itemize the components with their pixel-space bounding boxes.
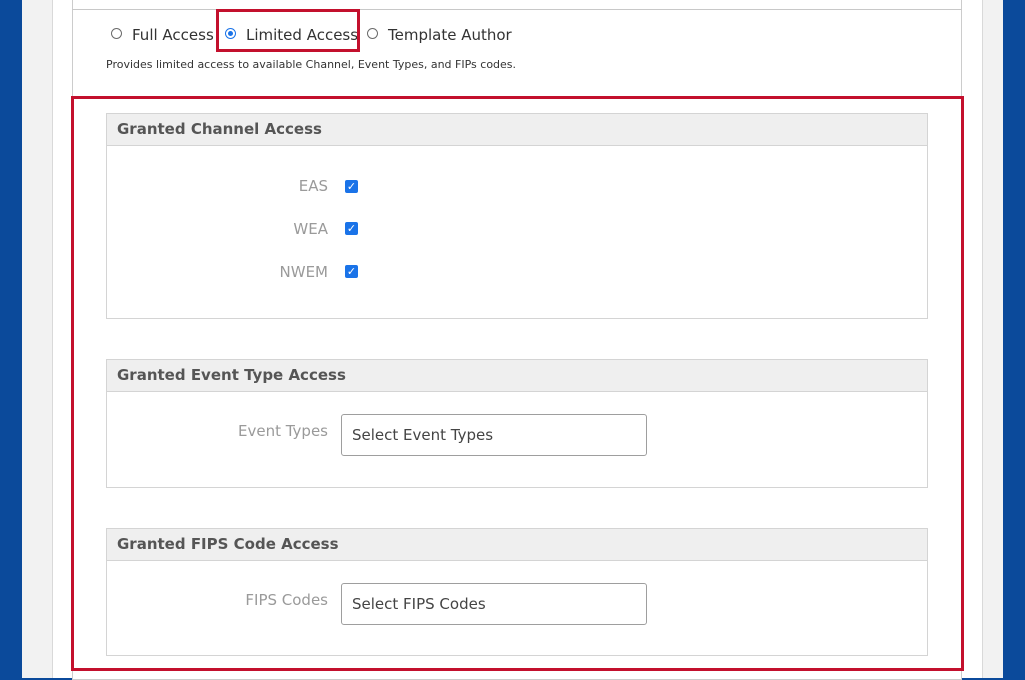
access-description: Provides limited access to available Cha… bbox=[106, 58, 517, 71]
radio-template-author-label[interactable]: Template Author bbox=[388, 24, 512, 46]
top-divider bbox=[72, 9, 962, 10]
radio-template-author-circle[interactable] bbox=[367, 28, 378, 39]
limited-access-settings-highlight bbox=[71, 96, 964, 671]
radio-full-access-circle[interactable] bbox=[111, 28, 122, 39]
limited-access-highlight bbox=[216, 9, 360, 52]
radio-full-access-label[interactable]: Full Access bbox=[132, 24, 214, 46]
